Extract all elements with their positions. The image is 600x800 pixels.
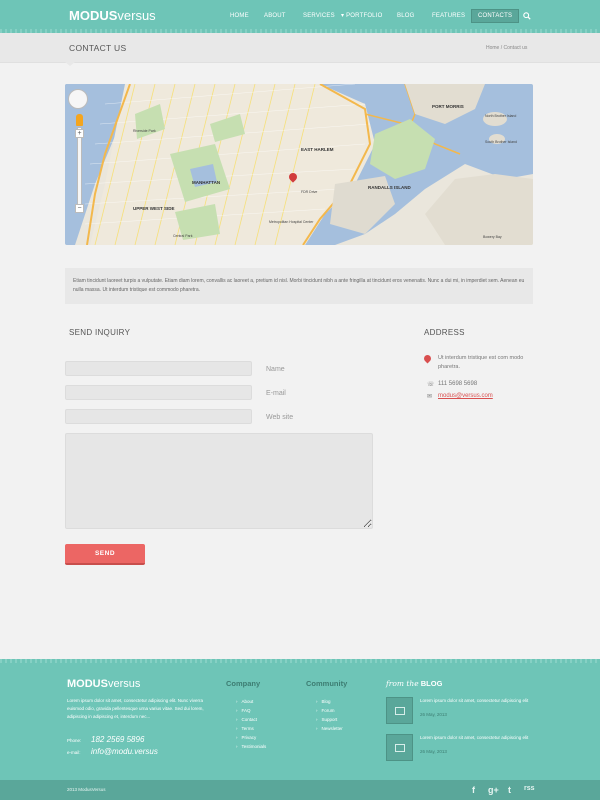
blog-thumb-1[interactable] [386,697,413,724]
footer-link-privacy[interactable]: Privacy [236,735,257,740]
address-street: Ut interdum tristique est com modo phare… [438,355,524,370]
copyright: 2013 ModusVersus [67,787,106,792]
map-label-port-morris: PORT MORRIS [432,104,464,109]
company-heading: Company [226,679,261,688]
footer-link-forum[interactable]: Forum [316,708,335,713]
map-zoom-in-button[interactable]: + [75,129,84,138]
map-zoom-slider[interactable] [77,127,82,207]
footer-logo-light: versus [107,678,141,690]
map-label-south-brother: South Brother Island [485,140,517,144]
twitter-icon[interactable]: t [508,785,511,795]
website-input[interactable] [65,409,252,424]
community-heading: Community [306,679,348,688]
map-zoom-out-button[interactable]: − [75,204,84,213]
nav-features[interactable]: FEATURES [432,9,465,23]
envelope-icon: ✉ [427,394,433,400]
bottom-bar: 2013 ModusVersus f g+ t rss [0,780,600,800]
image-placeholder-icon [395,707,405,715]
footer-link-blog[interactable]: Blog [316,699,331,704]
footer-link-faq[interactable]: FAQ [236,708,251,713]
map-label-manhattan: MANHATTAN [192,180,221,185]
page-title: CONTACT US [69,43,127,53]
footer-email-label: e-mail: [67,750,81,755]
name-label: Name [266,366,285,373]
footer-about-text: Lorem ipsum dolor sit amet, consectetur … [67,698,204,719]
phone-icon: ☏ [427,382,435,388]
nav-blog[interactable]: BLOG [397,9,414,23]
footer-link-about[interactable]: About [236,699,254,704]
map[interactable]: MANHATTAN EAST HARLEM UPPER WEST SIDE RA… [65,84,533,245]
search-icon[interactable] [523,12,531,20]
send-button[interactable]: SEND [65,544,145,565]
nav-portfolio-label: PORTFOLIO [346,13,383,19]
name-input[interactable] [65,361,252,376]
map-label-north-brother: North Brother Island [485,114,517,118]
blog-post-date-1: 26 May, 2013 [420,712,447,717]
facebook-icon[interactable]: f [472,785,475,795]
address-email-link[interactable]: modus@versus.com [438,393,493,399]
footer-link-terms[interactable]: Terms [236,726,254,731]
intro-text: Etiam tincidunt laoreet turpis a vulputa… [65,268,533,304]
google-plus-icon[interactable]: g+ [488,785,499,795]
footer-link-support[interactable]: Support [316,717,338,722]
message-textarea[interactable] [65,433,373,529]
website-label: Web site [266,414,294,421]
image-placeholder-icon [395,744,405,752]
street-view-icon[interactable] [76,114,83,126]
footer-link-contact[interactable]: Contact [236,717,258,722]
map-label-central-park: Central Park [173,234,193,238]
footer: MODUSversus Lorem ipsum dolor sit amet, … [0,659,600,780]
nav-services[interactable]: SERVICES [303,9,335,23]
map-label-riverside-park: Riverside Park [133,129,156,133]
blog-post-date-2: 26 May, 2013 [420,749,447,754]
breadcrumb[interactable]: Home / Contact us [486,45,527,51]
footer-phone-label: Phone: [67,738,82,743]
footer-link-testimonials[interactable]: Testimonials [236,744,267,749]
blog-heading-main: BLOG [420,679,443,688]
rss-icon[interactable]: rss [524,785,535,792]
map-label-metropolitan: Metropolitan Hospital Center [269,220,314,224]
blog-post-title-2[interactable]: Lorem ipsum dolor sit amet, consectetur … [420,734,530,741]
location-pin-icon [422,353,433,364]
map-label-east-harlem: EAST HARLEM [301,147,334,152]
nav-about[interactable]: ABOUT [264,9,286,23]
footer-link-newsletter[interactable]: Newsletter [316,726,343,731]
blog-post-title-1[interactable]: Lorem ipsum dolor sit amet, consectetur … [420,697,530,704]
blog-heading: from the BLOG [386,679,442,688]
nav-home[interactable]: HOME [230,9,249,23]
address-phone: 111 5698 5698 [438,381,478,387]
title-bar: CONTACT US Home / Contact us [0,33,600,63]
footer-email-link[interactable]: info@modu.versus [91,747,158,756]
email-input[interactable] [65,385,252,400]
address-heading: ADDRESS [424,328,465,337]
footer-stripes [0,659,600,663]
map-label-fdr-drive: FDR Drive [301,190,318,194]
footer-logo-bold: MODUS [67,678,108,690]
send-inquiry-heading: SEND INQUIRY [69,328,131,337]
main-nav: HOME ABOUT SERVICES ▾ PORTFOLIO BLOG FEA… [0,9,600,23]
map-label-randalls-island: RANDALLS ISLAND [368,185,411,190]
map-label-bowery-bay: Bowery Bay [483,235,502,239]
blog-thumb-2[interactable] [386,734,413,761]
nav-portfolio[interactable]: ▾ PORTFOLIO [341,9,382,23]
footer-phone: 182 2569 5896 [91,735,145,744]
email-label: E-mail [266,390,286,397]
nav-contacts[interactable]: CONTACTS [471,9,520,23]
header: MODUSversus HOME ABOUT SERVICES ▾ PORTFO… [0,0,600,33]
map-label-upper-west-side: UPPER WEST SIDE [133,206,175,211]
blog-heading-prefix: from the [386,679,419,688]
footer-logo[interactable]: MODUSversus [67,678,140,690]
title-bar-notch [65,62,75,66]
map-pan-control-icon[interactable] [68,89,88,109]
